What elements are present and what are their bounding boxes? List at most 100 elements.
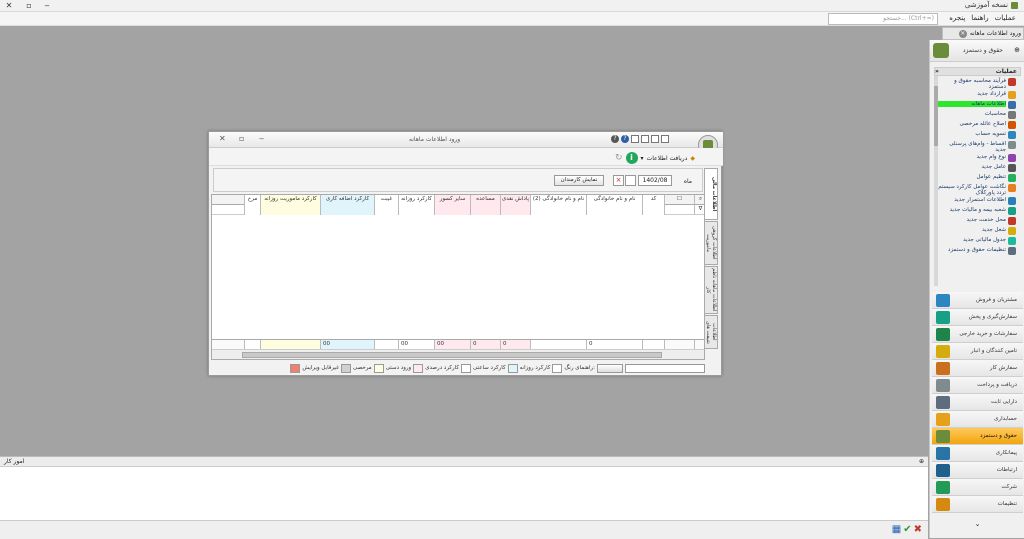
operation-item[interactable]: تنظیم عوامل [938,174,1016,183]
maximize-window-button[interactable]: ▫ [22,1,36,10]
module-nav-item[interactable]: سفارشات و خرید خارجی [932,326,1023,343]
refresh-icon[interactable]: ↻ [615,153,623,163]
operation-item[interactable]: اطلاعات استمرار جدید [938,197,1016,206]
filter-cell[interactable] [664,205,694,215]
module-nav-item[interactable]: مشتریان و فروش [932,292,1023,309]
vertical-tab[interactable]: اطلاعات ماهانه ناظم کار [704,266,718,314]
dialog-minimize-button[interactable]: ‒ [259,134,264,143]
column-header[interactable]: نام و نام خانوادگی (2) [530,195,586,205]
operation-item[interactable]: نوع وام جدید [938,154,1016,163]
operation-item[interactable]: نگاشت عوامل کارکرد سیستم تردد پاورکلاک [938,184,1016,196]
operation-item[interactable]: شغل جدید [938,227,1016,236]
month-input[interactable]: 1402/08 [638,175,672,186]
operation-item[interactable]: اصلاح عائله مرخصی [938,121,1016,130]
filter-icon[interactable]: ∇ [694,205,704,215]
filter-cell[interactable] [398,205,434,215]
filter-cell[interactable] [244,205,260,215]
column-header[interactable]: کارکرد ماموریت روزانه [260,195,320,205]
dialog-close-button[interactable]: ✕ [219,134,226,143]
check-icon[interactable]: ✔ [903,524,911,535]
operation-item[interactable]: قرارداد جدید [938,91,1016,100]
module-nav-item[interactable]: پیمانکاری [932,445,1023,462]
horizontal-scrollbar[interactable] [212,349,704,359]
select-all-checkbox[interactable]: ☐ [664,195,694,205]
info-icon[interactable]: i [625,152,638,164]
operation-item[interactable]: عامل جدید [938,164,1016,173]
search-icon[interactable]: ⌕ [694,195,704,205]
column-header[interactable]: مرخ [244,195,260,205]
operation-item[interactable]: اطلاعات ماهانه [938,101,1016,110]
module-nav-item[interactable]: سفارش‌گیری و پخش [932,309,1023,326]
module-nav-item[interactable]: تنظیمات [932,496,1023,513]
grid-icon[interactable]: ▦ [892,524,901,535]
filter-cell[interactable] [320,205,374,215]
module-nav-item[interactable]: تامین کنندگان و انبار [932,343,1023,360]
expand-chevron-icon[interactable]: ⌄ [934,520,1021,530]
column-header[interactable]: مساعده [470,195,500,205]
vertical-tab[interactable]: اطلاعات مالی [704,168,718,220]
filter-cell[interactable] [500,205,530,215]
operation-item[interactable]: اقساط - وام‌های پرسنلی جدید [938,141,1016,153]
operation-item[interactable]: تسویه حساب [938,131,1016,140]
column-header[interactable]: پاداش نقدی [500,195,530,205]
vertical-tab[interactable]: اطلاعات گروهی ماموریت [704,221,718,265]
operation-item[interactable]: شعبه بیمه و مالیات جدید [938,207,1016,216]
filter-cell[interactable] [530,205,586,215]
module-nav-item[interactable]: دریافت و پرداخت [932,377,1023,394]
menu-operations[interactable]: عملیات [995,14,1016,22]
calendar-icon[interactable] [625,175,636,186]
filter-cell[interactable] [642,205,664,215]
save-close-icon[interactable] [651,135,659,143]
column-header[interactable]: کارکرد اضافه کاری [320,195,374,205]
module-nav-item[interactable]: دارایی ثابت [932,394,1023,411]
filter-cell[interactable] [434,205,470,215]
document-tab[interactable]: ورود اطلاعات ماهانه × [942,27,1024,40]
dropdown-arrow-icon[interactable]: ▾ [641,155,644,162]
column-header[interactable]: نام و نام خانوادگی [586,195,642,205]
close-window-button[interactable]: ✕ [2,1,16,10]
info-icon[interactable]: ? [621,135,629,143]
module-nav-item[interactable]: ارتباطات [932,462,1023,479]
column-header[interactable]: کارکرد روزانه [398,195,434,205]
fetch-data-button[interactable]: دریافت اطلاعات [647,155,688,162]
filter-cell[interactable] [470,205,500,215]
operations-section-header[interactable]: عملیات « [934,67,1021,76]
save-icon[interactable] [631,135,639,143]
legend-nav-buttons[interactable] [597,363,623,373]
grid-filter-row[interactable]: ∇ [212,205,704,215]
filter-cell[interactable] [260,205,320,215]
operation-item[interactable]: محل خدمت جدید [938,217,1016,226]
help-icon[interactable]: ? [611,135,619,143]
module-nav-item[interactable]: سفارش کار [932,360,1023,377]
clear-filter-icon[interactable]: × [613,175,624,186]
save-all-icon[interactable] [641,135,649,143]
new-document-icon[interactable] [661,135,669,143]
column-header[interactable]: کد [642,195,664,205]
pin-icon[interactable]: ⊕ [919,458,924,465]
show-employees-button[interactable]: نمایش کارمندان [554,175,604,186]
legend-item: کارکرد ساعتی [473,363,518,373]
close-icon[interactable]: × [958,29,967,38]
vertical-tab[interactable]: اطلاعات شیفت های پرسنل [704,315,718,349]
delete-icon[interactable]: ✖ [914,524,922,535]
minimize-window-button[interactable]: ‒ [40,1,54,10]
operation-item[interactable]: محاسبات [938,111,1016,120]
dialog-maximize-button[interactable]: ▫ [239,134,244,143]
pin-icon[interactable]: ⊕ [1014,46,1020,54]
collapse-icon[interactable]: « [935,68,939,75]
employee-grid: ⌕ ☐ کد نام و نام خانوادگی نام و نام خانوادگی… [211,194,705,360]
section-title: عملیات [995,68,1017,75]
operation-item[interactable]: فرآیند محاسبه حقوق و دستمزد [938,78,1016,90]
search-input[interactable]: جستجو... (Ctrl+=) [828,13,938,25]
module-nav-item[interactable]: حقوق و دستمزد [932,428,1023,445]
operation-item[interactable]: جدول مالیاتی جدید [938,237,1016,246]
column-header[interactable]: غیبت [374,195,398,205]
menu-window[interactable]: پنجره [949,14,965,22]
filter-cell[interactable] [374,205,398,215]
menu-help[interactable]: راهنما [971,14,988,22]
module-nav-item[interactable]: شرکت [932,479,1023,496]
column-header[interactable]: سایر کسور [434,195,470,205]
filter-cell[interactable] [586,205,642,215]
module-nav-item[interactable]: حسابداری [932,411,1023,428]
operation-item[interactable]: تنظیمات حقوق و دستمزد [938,247,1016,256]
